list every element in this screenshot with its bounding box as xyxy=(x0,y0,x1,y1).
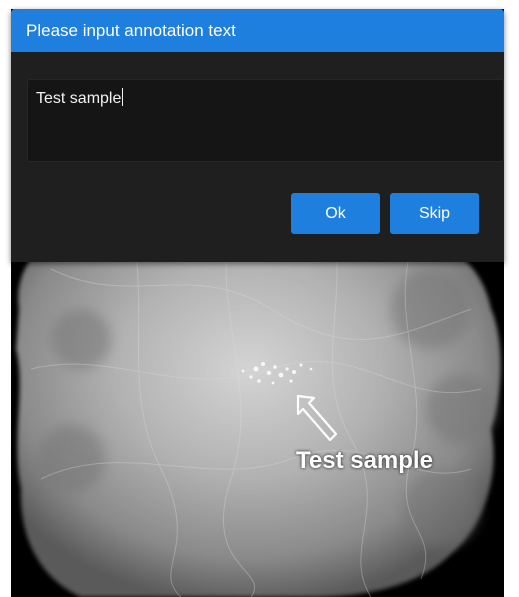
ok-button[interactable]: Ok xyxy=(291,193,380,234)
skip-button[interactable]: Skip xyxy=(390,193,479,234)
annotation-input-value: Test sample xyxy=(36,90,122,107)
annotation-label[interactable]: Test sample xyxy=(296,447,433,475)
annotation-dialog: Please input annotation text Test sample… xyxy=(11,9,504,262)
dialog-title: Please input annotation text xyxy=(26,20,236,40)
text-caret xyxy=(122,88,124,106)
arrow-up-left-icon xyxy=(296,394,338,442)
annotation-text-input[interactable]: Test sample xyxy=(27,79,504,162)
dialog-header: Please input annotation text xyxy=(11,9,504,52)
